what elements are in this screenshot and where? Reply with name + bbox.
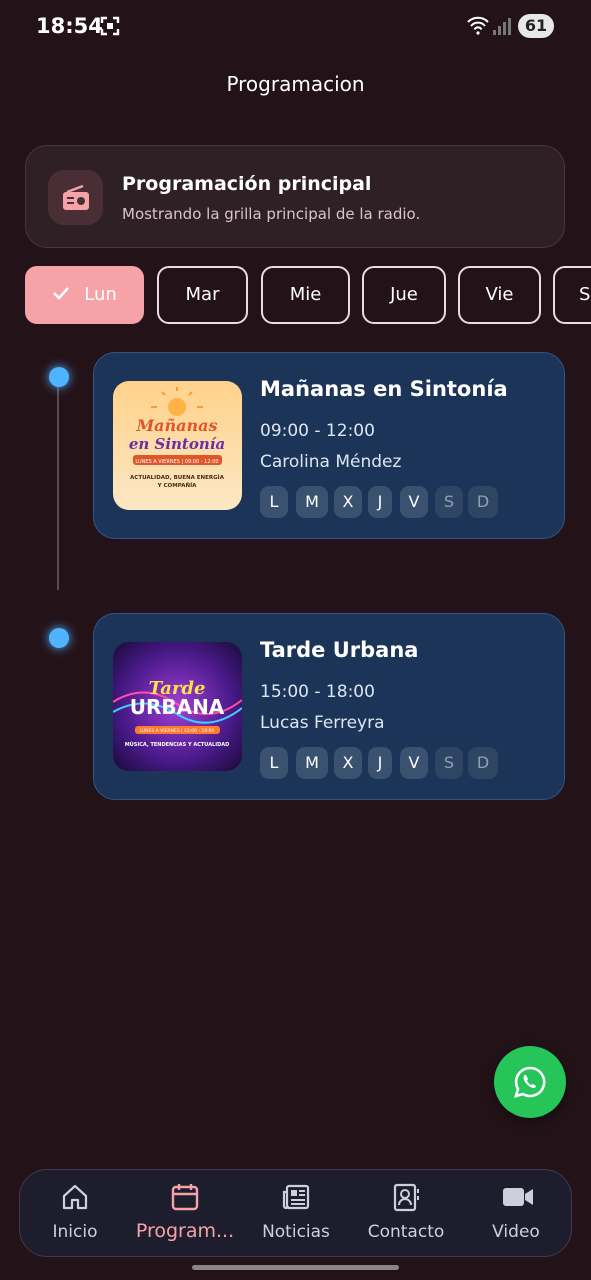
nav-label: Contacto — [367, 1222, 445, 1242]
nav-noticias[interactable]: Noticias — [241, 1170, 351, 1258]
timeline-dot — [49, 628, 69, 648]
day-chip-mie[interactable]: Mie — [261, 266, 350, 324]
day-chip-label: Lun — [84, 284, 117, 305]
svg-text:Mañanas: Mañanas — [135, 416, 217, 435]
program-card-mananas[interactable]: Mañanas en Sintonía LUNES A VIERNES | 09… — [93, 352, 565, 539]
program-host: Lucas Ferreyra — [260, 713, 385, 733]
program-name: Tarde Urbana — [260, 638, 419, 662]
whatsapp-button[interactable] — [494, 1046, 566, 1118]
program-card-tarde-urbana[interactable]: Tarde URBANA LUNES A VIERNES | 15:00 - 1… — [93, 613, 565, 800]
day-chip-lun[interactable]: Lun — [25, 266, 144, 324]
day-chip-vie[interactable]: Vie — [458, 266, 541, 324]
check-icon — [52, 268, 70, 322]
program-time: 15:00 - 18:00 — [260, 682, 375, 702]
svg-text:Y COMPAÑÍA: Y COMPAÑÍA — [157, 481, 198, 489]
day-chip-mar[interactable]: Mar — [157, 266, 248, 324]
bottom-nav: Inicio Program... Noticias Contacto Vide… — [19, 1169, 572, 1257]
day-badge-v: V — [400, 486, 428, 518]
day-chip-label: Mie — [289, 284, 322, 305]
timeline-dot — [49, 367, 69, 387]
day-badge-v: V — [400, 747, 428, 779]
svg-text:LUNES A VIERNES | 15:00 - 18:0: LUNES A VIERNES | 15:00 - 18:00 — [140, 728, 215, 734]
svg-text:MÚSICA, TENDENCIAS Y ACTUALIDA: MÚSICA, TENDENCIAS Y ACTUALIDAD — [125, 741, 230, 748]
day-chip-sab[interactable]: S — [553, 266, 591, 324]
home-icon — [62, 1184, 88, 1210]
svg-text:URBANA: URBANA — [130, 695, 225, 719]
nav-label: Inicio — [52, 1222, 98, 1242]
nav-video[interactable]: Video — [461, 1170, 571, 1258]
status-bar: 18:54 61 — [0, 0, 591, 56]
day-chip-label: Vie — [485, 284, 514, 305]
day-badge-x: X — [334, 486, 362, 518]
signal-icon — [493, 18, 511, 35]
day-badge-m: M — [296, 486, 328, 518]
screenshot-icon — [100, 16, 120, 36]
day-badge-s: S — [435, 747, 463, 779]
main-schedule-card: Programación principal Mostrando la gril… — [25, 145, 565, 248]
news-icon — [282, 1184, 310, 1210]
radio-icon — [63, 184, 89, 210]
day-badge-l: L — [260, 747, 288, 779]
main-card-subtitle: Mostrando la grilla principal de la radi… — [122, 205, 421, 223]
program-name: Mañanas en Sintonía — [260, 377, 508, 401]
program-cover-image: Tarde URBANA LUNES A VIERNES | 15:00 - 1… — [113, 642, 242, 771]
nav-label: Program... — [135, 1220, 235, 1242]
nav-contacto[interactable]: Contacto — [351, 1170, 461, 1258]
nav-label: Video — [492, 1222, 540, 1242]
nav-inicio[interactable]: Inicio — [20, 1170, 130, 1258]
day-badge-j: J — [368, 486, 392, 518]
page-title: Programacion — [226, 72, 365, 96]
battery-icon: 61 — [518, 14, 554, 38]
day-chip-label: Mar — [185, 284, 220, 305]
whatsapp-icon — [514, 1066, 546, 1098]
day-badge-j: J — [368, 747, 392, 779]
day-chip-label: Jue — [390, 284, 418, 305]
program-cover-image: Mañanas en Sintonía LUNES A VIERNES | 09… — [113, 381, 242, 510]
day-badge-d: D — [468, 747, 498, 779]
nav-label: Noticias — [262, 1222, 330, 1242]
svg-text:en Sintonía: en Sintonía — [129, 435, 225, 453]
radio-icon-box — [48, 170, 103, 225]
video-icon — [503, 1188, 533, 1206]
day-chip-jue[interactable]: Jue — [362, 266, 446, 324]
day-badge-s: S — [435, 486, 463, 518]
day-chip-label: S — [579, 284, 591, 305]
day-selector: Lun Mar Mie Jue Vie S — [25, 266, 591, 326]
day-badge-m: M — [296, 747, 328, 779]
wifi-icon — [467, 16, 489, 35]
home-indicator — [192, 1265, 399, 1270]
day-badge-d: D — [468, 486, 498, 518]
timeline-line — [57, 378, 59, 590]
day-badge-l: L — [260, 486, 288, 518]
program-host: Carolina Méndez — [260, 452, 402, 472]
status-time: 18:54 — [36, 14, 103, 38]
svg-text:ACTUALIDAD, BUENA ENERGÍA: ACTUALIDAD, BUENA ENERGÍA — [130, 473, 225, 481]
calendar-icon — [171, 1184, 199, 1211]
nav-programacion[interactable]: Program... — [130, 1170, 240, 1258]
svg-text:LUNES A VIERNES | 09:00 - 12:0: LUNES A VIERNES | 09:00 - 12:00 — [135, 459, 218, 465]
day-badge-x: X — [334, 747, 362, 779]
program-time: 09:00 - 12:00 — [260, 421, 375, 441]
contact-icon — [393, 1183, 419, 1212]
main-card-title: Programación principal — [122, 173, 372, 195]
